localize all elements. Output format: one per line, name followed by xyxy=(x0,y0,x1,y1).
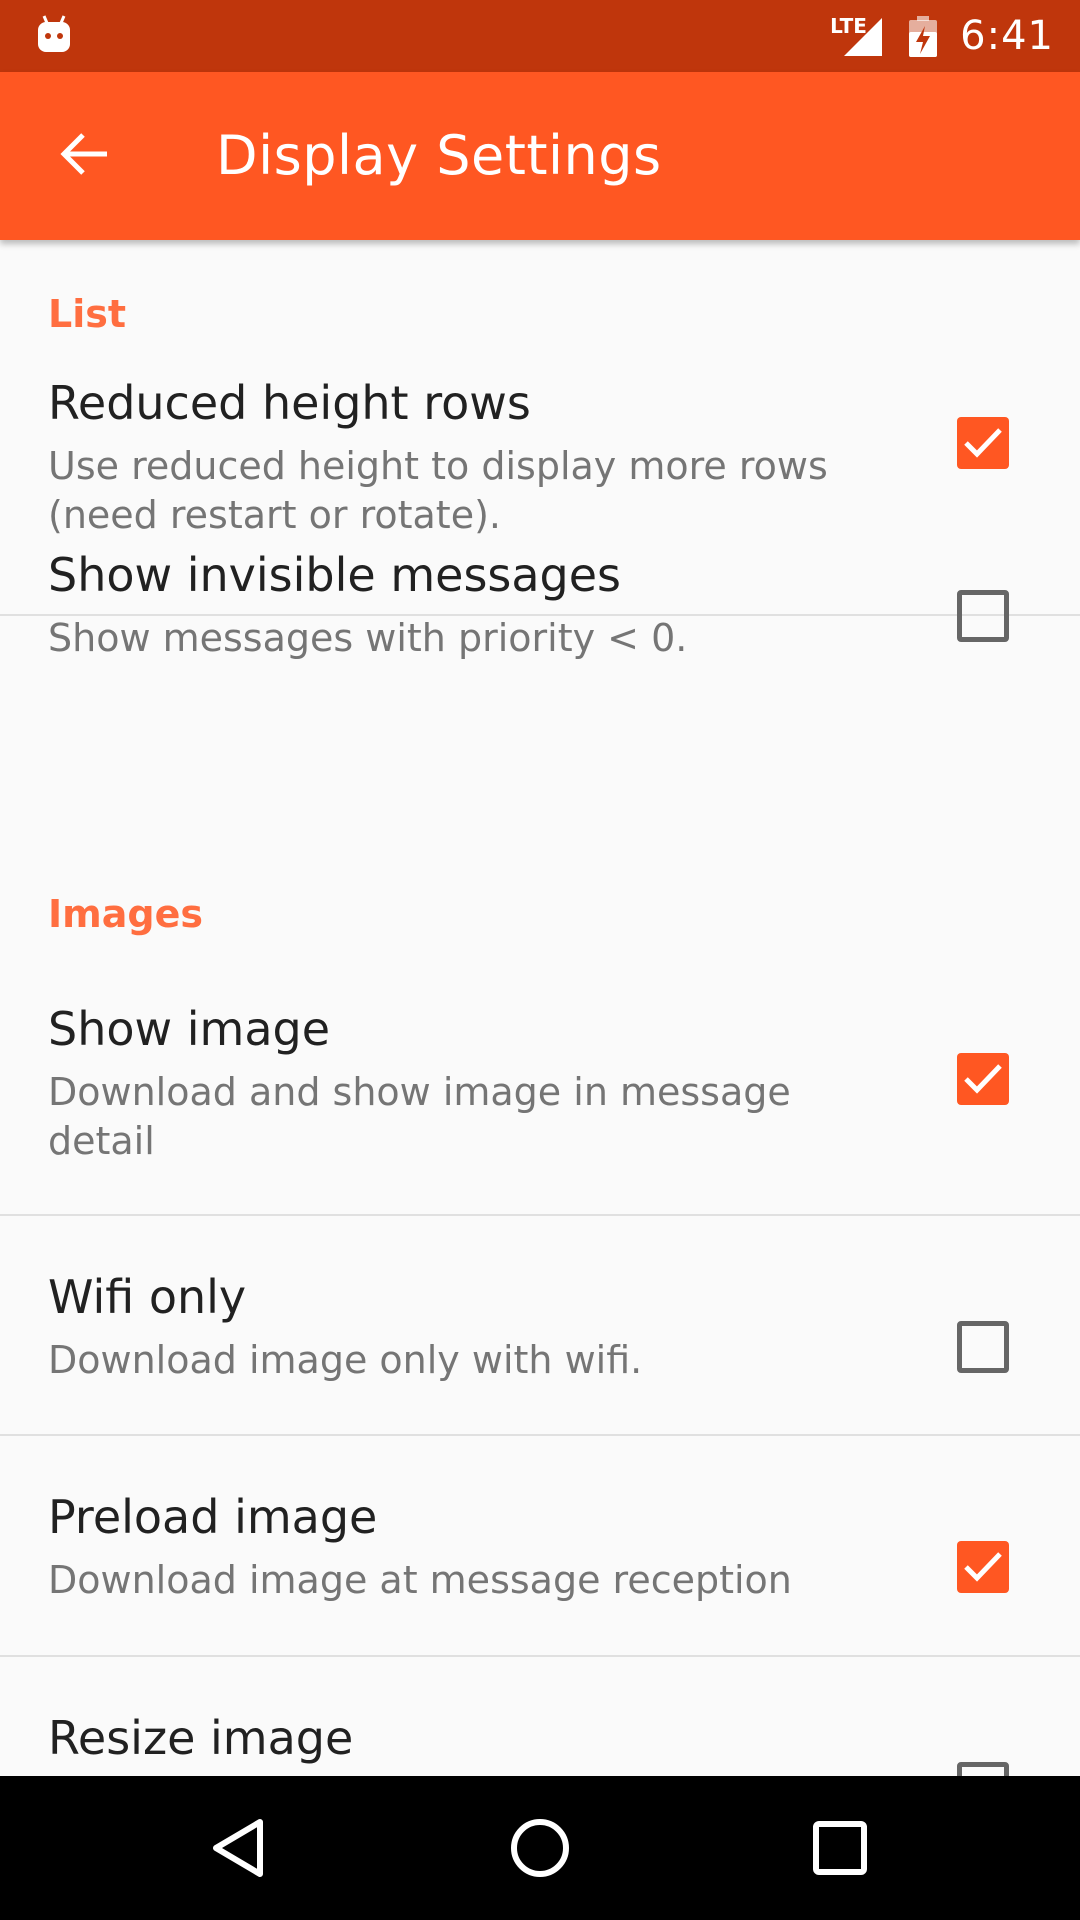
wifi-only-checkbox[interactable] xyxy=(957,1321,1009,1373)
pref-summary: Use reduced height to display more rows … xyxy=(48,444,828,537)
divider xyxy=(0,1214,1080,1216)
nav-back-icon xyxy=(213,1819,263,1877)
settings-list: List Reduced height rows Use reduced hei… xyxy=(0,240,1080,1776)
divider xyxy=(0,1434,1080,1436)
nav-recents-icon xyxy=(813,1821,867,1875)
nav-back-button[interactable] xyxy=(200,1808,280,1888)
pref-title: Reduced height rows xyxy=(48,376,531,430)
preload-image-checkbox[interactable] xyxy=(957,1541,1009,1593)
back-button[interactable] xyxy=(40,116,128,196)
show-image-checkbox[interactable] xyxy=(957,1053,1009,1105)
reduced-height-rows-checkbox[interactable] xyxy=(957,417,1009,469)
pref-show-invisible-messages[interactable]: Show invisible messages Show messages wit… xyxy=(0,548,1080,758)
pref-title: Wifi only xyxy=(48,1270,247,1324)
pref-title: Resize image xyxy=(48,1711,354,1765)
pref-summary: Show messages with priority < 0. xyxy=(48,616,688,660)
nav-home-icon xyxy=(511,1819,569,1877)
show-invisible-messages-checkbox[interactable] xyxy=(957,590,1009,642)
battery-charging-icon xyxy=(908,14,938,58)
lte-signal-icon: LTE xyxy=(830,14,886,58)
page-title: Display Settings xyxy=(216,124,662,187)
checkmark-icon xyxy=(964,1552,1002,1582)
status-bar: LTE 6:41 xyxy=(0,0,1080,72)
status-icons: LTE 6:41 xyxy=(830,0,1054,72)
pref-summary: Download and show image in message detai… xyxy=(48,1070,791,1163)
nav-home-button[interactable] xyxy=(500,1808,580,1888)
resize-image-checkbox[interactable] xyxy=(957,1762,1009,1776)
pref-summary: Download image at message reception xyxy=(48,1558,792,1602)
pref-reduced-height-rows[interactable]: Reduced height rows Use reduced height t… xyxy=(0,376,1080,556)
pref-title: Preload image xyxy=(48,1490,378,1544)
checkmark-icon xyxy=(964,1064,1002,1094)
pref-resize-image[interactable]: Resize image xyxy=(0,1711,1080,1776)
pref-wifi-only[interactable]: Wifi only Download image only with wifi. xyxy=(0,1270,1080,1450)
app-toolbar: Display Settings xyxy=(0,72,1080,240)
navigation-bar xyxy=(0,1776,1080,1920)
pref-title: Show invisible messages xyxy=(48,548,622,602)
pref-summary: Download image only with wifi. xyxy=(48,1338,643,1382)
pref-show-image[interactable]: Show image Download and show image in me… xyxy=(0,1002,1080,1212)
section-header-images: Images xyxy=(48,892,203,936)
section-header-list: List xyxy=(48,292,127,336)
checkmark-icon xyxy=(964,428,1002,458)
divider xyxy=(0,1655,1080,1657)
android-robot-icon xyxy=(36,14,72,54)
pref-preload-image[interactable]: Preload image Download image at message … xyxy=(0,1490,1080,1670)
clock: 6:41 xyxy=(960,13,1054,59)
nav-recents-button[interactable] xyxy=(800,1808,880,1888)
pref-title: Show image xyxy=(48,1002,331,1056)
back-arrow-icon xyxy=(59,132,109,180)
